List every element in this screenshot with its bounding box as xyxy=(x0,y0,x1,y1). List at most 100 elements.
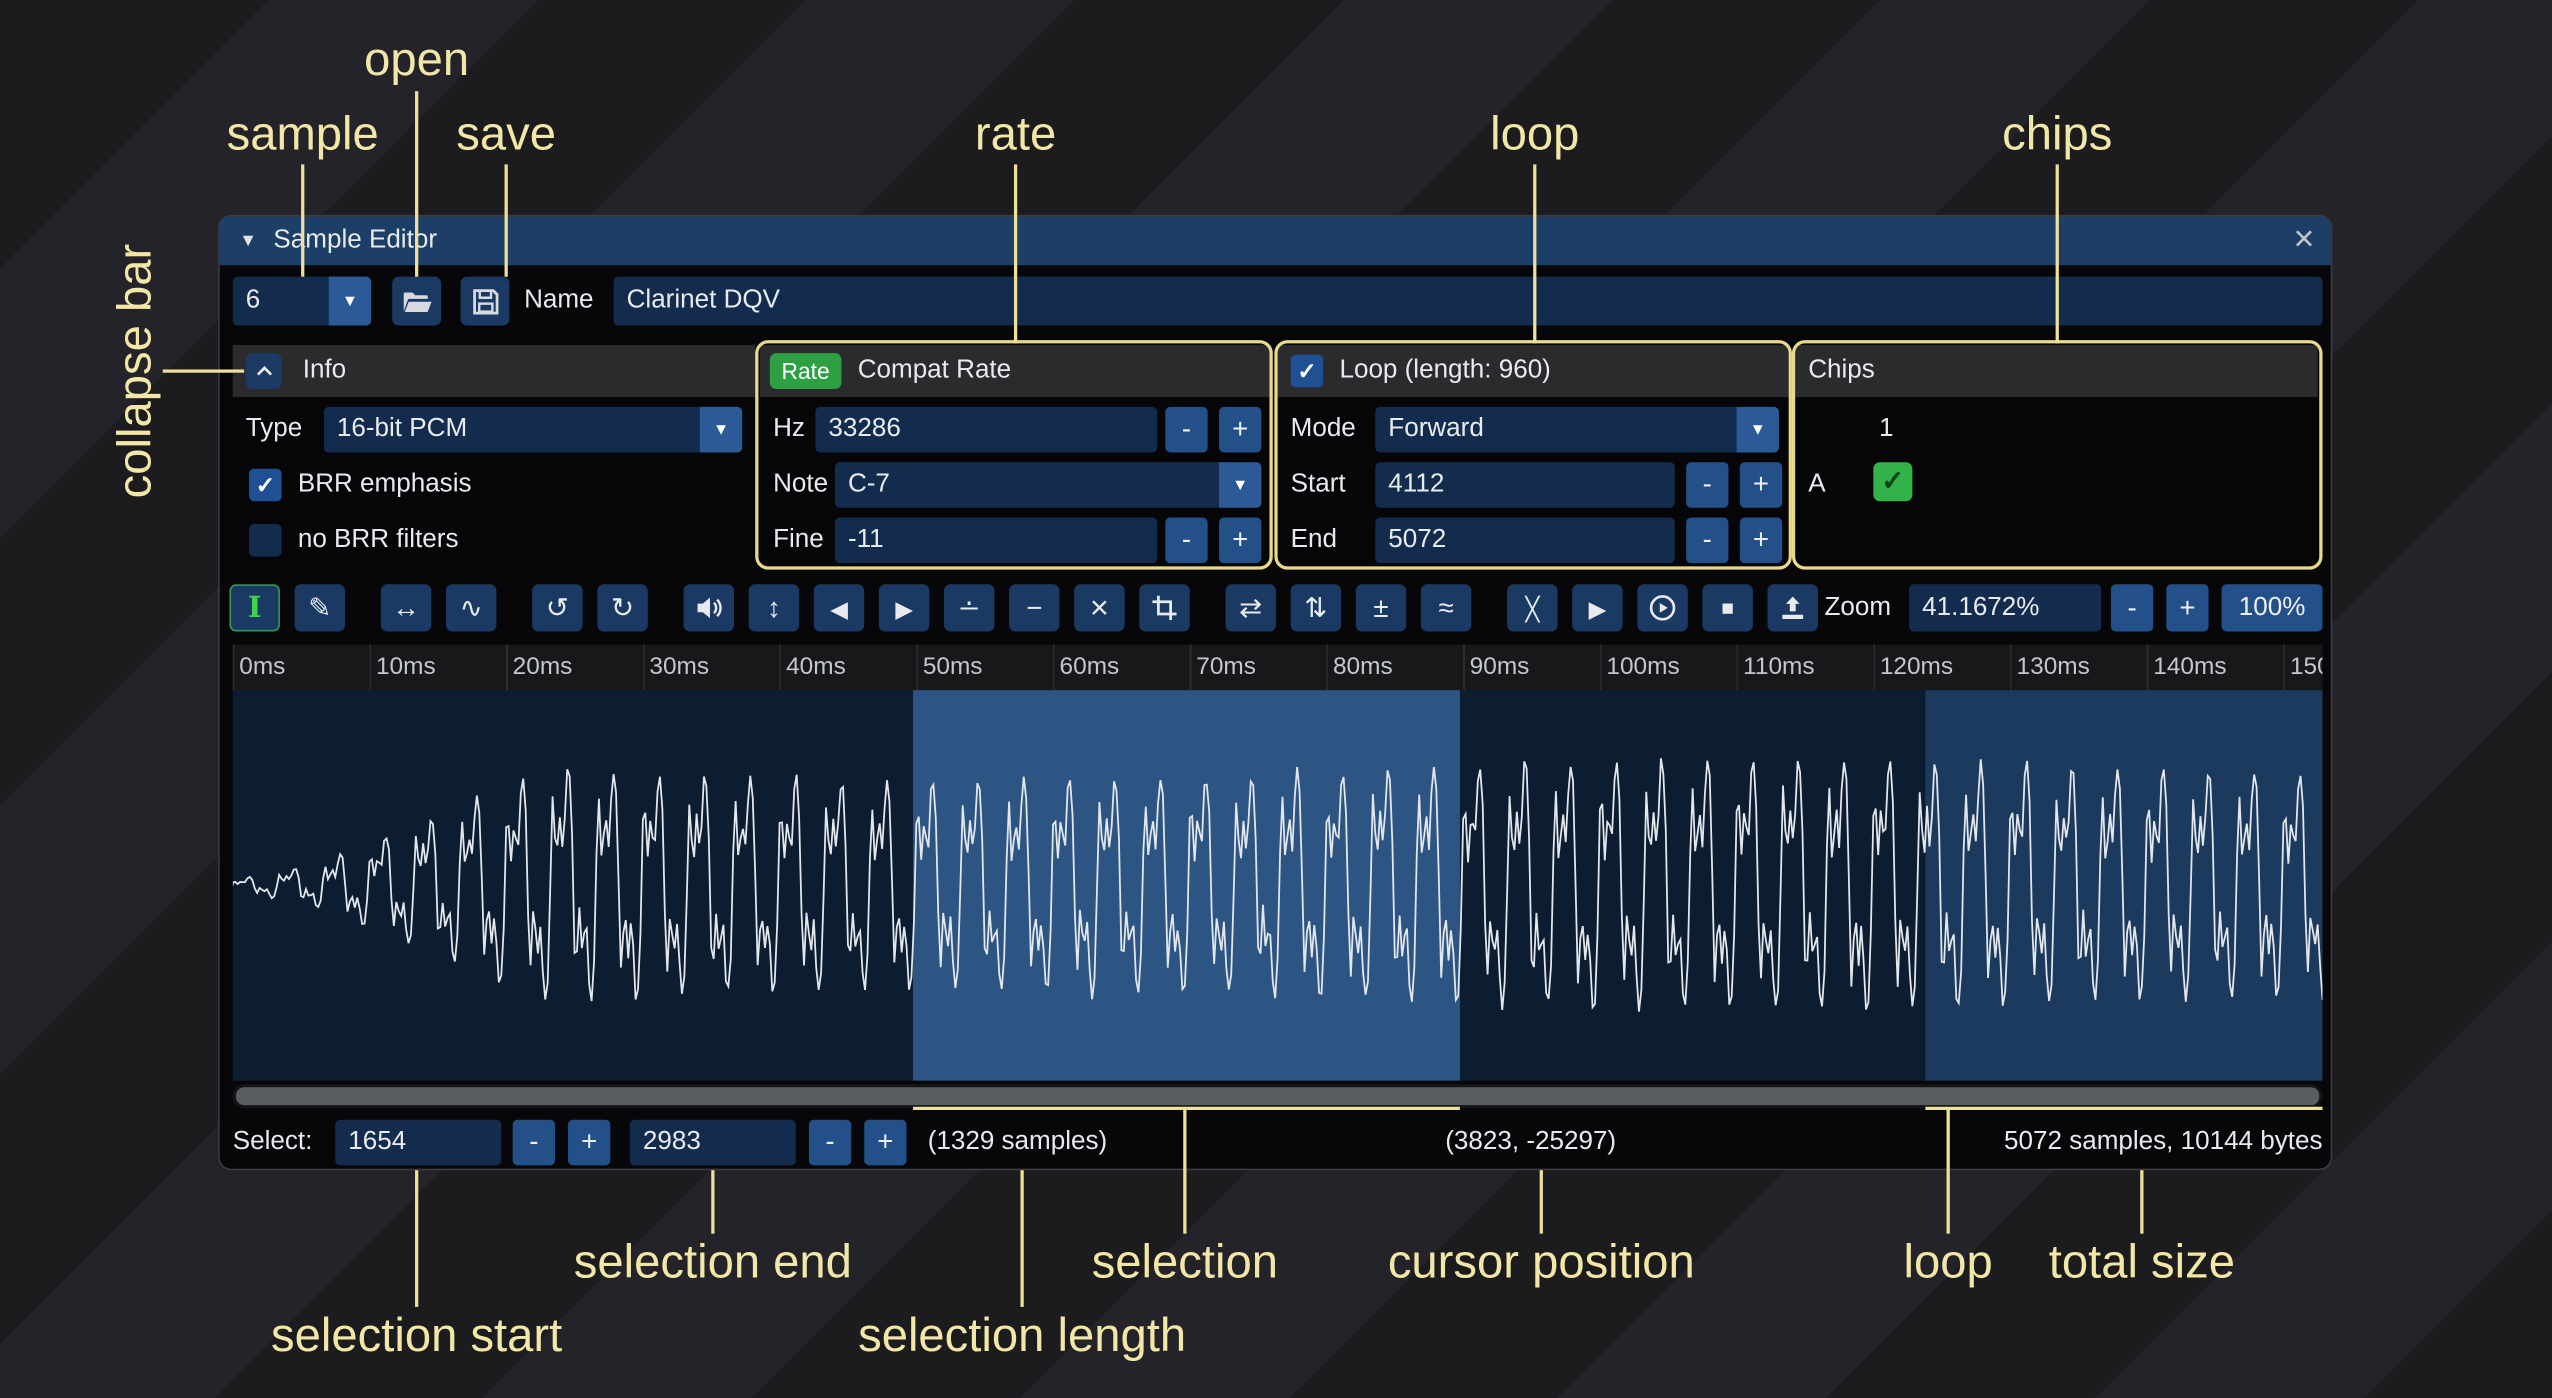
selection-end-input[interactable]: 2983 xyxy=(630,1120,796,1166)
note-value: C-7 xyxy=(835,462,1219,508)
selection-end-plus-button[interactable]: + xyxy=(864,1120,906,1166)
rate-panel: Rate Compat Rate Hz 33286 - + Note C-7 ▼… xyxy=(760,345,1271,565)
ruler-label: 90ms xyxy=(1470,653,1530,681)
sample-number-combo[interactable]: 6 ▼ xyxy=(233,277,371,326)
zoom-label: Zoom xyxy=(1824,584,1891,631)
reverse-button[interactable]: ⇄ xyxy=(1226,584,1276,631)
open-sample-button[interactable] xyxy=(392,277,441,326)
name-label: Name xyxy=(524,277,593,326)
selection-length-text: (1329 samples) xyxy=(928,1116,1107,1168)
zoom-reset-button[interactable]: 100% xyxy=(2222,584,2323,631)
preview-selection-button[interactable] xyxy=(1637,584,1687,631)
ruler-label: 40ms xyxy=(786,653,846,681)
zoom-minus-button[interactable]: - xyxy=(2111,584,2153,631)
loop-start-input[interactable]: 4112 xyxy=(1375,462,1674,508)
edit-mode-select-button[interactable]: I xyxy=(229,584,279,631)
insert-silence-button[interactable]: ∸ xyxy=(944,584,994,631)
loop-start-minus-button[interactable]: - xyxy=(1686,462,1728,508)
amplify-button[interactable] xyxy=(684,584,734,631)
crop-icon xyxy=(1152,596,1176,620)
window-collapse-icon[interactable]: ▼ xyxy=(239,216,257,265)
resample-button[interactable]: ∿ xyxy=(446,584,496,631)
sample-type-combo[interactable]: 16-bit PCM ▼ xyxy=(324,407,742,453)
selection-start-input[interactable]: 1654 xyxy=(335,1120,501,1166)
resample-icon: ∿ xyxy=(460,594,483,622)
hz-input[interactable]: 33286 xyxy=(815,407,1157,453)
fade-out-button[interactable]: ▶ xyxy=(879,584,929,631)
invert-button[interactable]: ⇅ xyxy=(1291,584,1341,631)
upload-icon xyxy=(1779,594,1807,622)
selection-end-minus-button[interactable]: - xyxy=(809,1120,851,1166)
annotation-line-loop xyxy=(1533,164,1536,343)
ruler-label: 0ms xyxy=(239,653,285,681)
annotation-loop: loop xyxy=(1490,109,1579,163)
annotation-line-rate xyxy=(1014,164,1017,343)
stop-preview-button[interactable]: ■ xyxy=(1702,584,1752,631)
chip-enable-checkbox[interactable]: ✓ xyxy=(1873,462,1912,501)
loop-end-input[interactable]: 5072 xyxy=(1375,518,1674,564)
redo-button[interactable]: ↻ xyxy=(597,584,647,631)
no-brr-filters-checkbox[interactable] xyxy=(249,524,282,557)
window-title: Sample Editor xyxy=(273,216,437,265)
folder-open-icon xyxy=(401,287,432,315)
loop-start-label: Start xyxy=(1291,462,1346,508)
brr-emphasis-checkbox[interactable]: ✓ xyxy=(249,469,282,502)
waveform-view[interactable] xyxy=(233,690,2323,1081)
loop-mode-value: Forward xyxy=(1375,407,1736,453)
annotation-line-collapse-bar xyxy=(163,369,244,372)
loop-start-plus-button[interactable]: + xyxy=(1740,462,1782,508)
play-icon: ▶ xyxy=(1589,596,1607,619)
silence-icon: − xyxy=(1026,594,1042,622)
sample-number-value: 6 xyxy=(233,277,329,326)
fine-minus-button[interactable]: - xyxy=(1165,518,1207,564)
window-titlebar[interactable]: ▼ Sample Editor × xyxy=(220,216,2331,265)
selection-start-minus-button[interactable]: - xyxy=(513,1120,555,1166)
ruler-label: 60ms xyxy=(1060,653,1120,681)
loop-mode-combo[interactable]: Forward ▼ xyxy=(1375,407,1779,453)
reverse-icon: ⇄ xyxy=(1239,594,1262,622)
trim-button[interactable] xyxy=(1139,584,1189,631)
annotation-open: open xyxy=(364,34,469,88)
info-panel-title: Info xyxy=(303,345,346,397)
horizontal-scrollbar[interactable] xyxy=(233,1084,2323,1108)
loop-panel: ✓ Loop (length: 960) Mode Forward ▼ Star… xyxy=(1278,345,1789,565)
annotation-selection-length: selection length xyxy=(858,1310,1186,1364)
scrollbar-handle[interactable] xyxy=(236,1087,2319,1105)
fine-plus-button[interactable]: + xyxy=(1219,518,1261,564)
create-wavetable-button[interactable] xyxy=(1768,584,1818,631)
normalize-button[interactable]: ↕ xyxy=(749,584,799,631)
annotation-selection-end: selection end xyxy=(574,1237,852,1291)
loop-end-label: End xyxy=(1291,518,1337,564)
sign-invert-button[interactable]: ± xyxy=(1356,584,1406,631)
undo-button[interactable]: ↺ xyxy=(532,584,582,631)
apply-silence-button[interactable]: − xyxy=(1009,584,1059,631)
zoom-input[interactable]: 41.1672% xyxy=(1909,584,2101,631)
loop-enable-checkbox[interactable]: ✓ xyxy=(1291,355,1324,388)
selection-start-plus-button[interactable]: + xyxy=(568,1120,610,1166)
hz-minus-button[interactable]: - xyxy=(1165,407,1207,453)
ruler-label: 140ms xyxy=(2153,653,2226,681)
check-icon: ✓ xyxy=(256,472,275,498)
annotation-sample: sample xyxy=(227,109,379,163)
loop-end-minus-button[interactable]: - xyxy=(1686,518,1728,564)
close-icon[interactable]: × xyxy=(2293,216,2314,262)
edit-mode-draw-button[interactable]: ✎ xyxy=(295,584,345,631)
chips-panel-title: Chips xyxy=(1808,345,1875,397)
resize-button[interactable]: ↔ xyxy=(381,584,431,631)
filter-button[interactable]: ≈ xyxy=(1421,584,1471,631)
collapse-bar-button[interactable] xyxy=(246,353,282,389)
preview-button[interactable]: ▶ xyxy=(1572,584,1622,631)
save-sample-button[interactable] xyxy=(461,277,510,326)
fade-in-button[interactable]: ◀ xyxy=(814,584,864,631)
delete-button[interactable]: × xyxy=(1074,584,1124,631)
crossfade-button[interactable]: ╳ xyxy=(1507,584,1557,631)
annotation-line-total-size xyxy=(2140,1170,2143,1233)
annotation-line-open xyxy=(415,91,418,277)
fine-input[interactable]: -11 xyxy=(835,518,1157,564)
brr-emphasis-label: BRR emphasis xyxy=(298,462,472,508)
zoom-plus-button[interactable]: + xyxy=(2166,584,2208,631)
note-combo[interactable]: C-7 ▼ xyxy=(835,462,1261,508)
sample-name-input[interactable]: Clarinet DQV xyxy=(614,277,2323,326)
loop-end-plus-button[interactable]: + xyxy=(1740,518,1782,564)
hz-plus-button[interactable]: + xyxy=(1219,407,1261,453)
